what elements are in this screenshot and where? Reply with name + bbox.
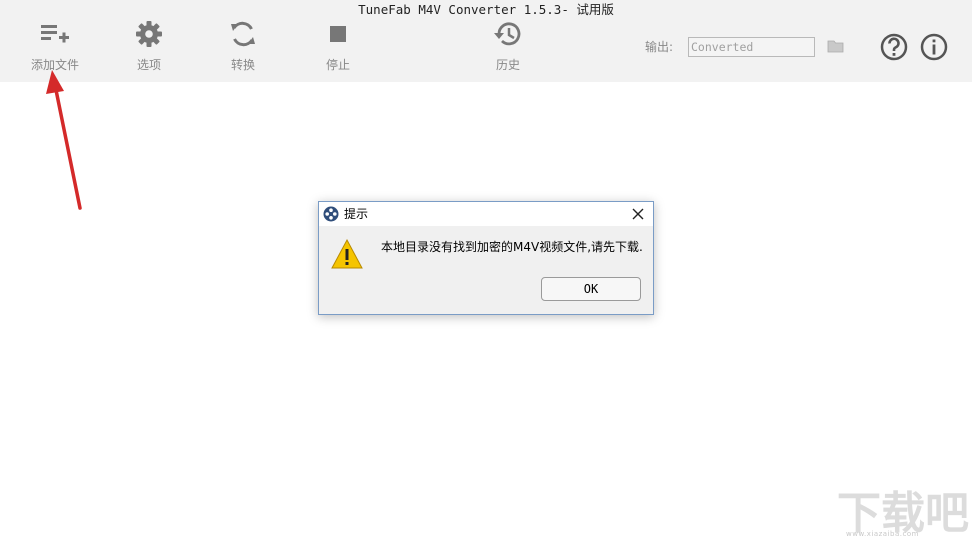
options-button[interactable]: 选项: [109, 18, 189, 78]
watermark-url: www.xiazaiba.com: [846, 530, 919, 538]
output-label: 输出:: [645, 40, 674, 54]
folder-icon: [827, 40, 844, 53]
help-icon: [880, 33, 908, 61]
convert-label: 转换: [230, 58, 255, 72]
dialog-message: 本地目录没有找到加密的M4V视频文件,请先下载.: [381, 240, 643, 254]
dialog-titlebar: 提示: [319, 202, 653, 226]
output-path-input[interactable]: [688, 37, 815, 57]
close-icon: [632, 208, 644, 220]
sync-icon: [227, 18, 259, 50]
warning-icon: [331, 238, 363, 269]
info-button[interactable]: [919, 32, 949, 62]
dialog-title: 提示: [344, 207, 369, 221]
info-icon: [920, 33, 948, 61]
history-icon: [492, 18, 524, 50]
film-reel-icon: [323, 206, 339, 222]
window-title: TuneFab M4V Converter 1.5.3- 试用版: [358, 2, 614, 17]
toolbar: TuneFab M4V Converter 1.5.3- 试用版 添加文件 选项…: [0, 0, 972, 82]
history-label: 历史: [495, 58, 520, 72]
help-button[interactable]: [879, 32, 909, 62]
history-button[interactable]: 历史: [468, 18, 548, 78]
convert-button[interactable]: 转换: [203, 18, 283, 78]
app-window: TuneFab M4V Converter 1.5.3- 试用版 添加文件 选项…: [0, 0, 972, 540]
stop-button[interactable]: 停止: [298, 18, 378, 78]
add-files-label: 添加文件: [30, 58, 79, 72]
playlist-add-icon: [39, 18, 71, 50]
stop-label: 停止: [325, 58, 350, 72]
dialog-close-button[interactable]: [625, 203, 651, 225]
alert-dialog: 提示 本地目录没有找到加密的M4V视频文件,请先下载. OK: [318, 201, 654, 315]
options-label: 选项: [136, 58, 161, 72]
ok-button[interactable]: OK: [541, 277, 641, 301]
add-files-button[interactable]: 添加文件: [15, 18, 95, 78]
browse-folder-button[interactable]: [827, 38, 845, 54]
stop-icon: [322, 18, 354, 50]
gear-icon: [133, 18, 165, 50]
